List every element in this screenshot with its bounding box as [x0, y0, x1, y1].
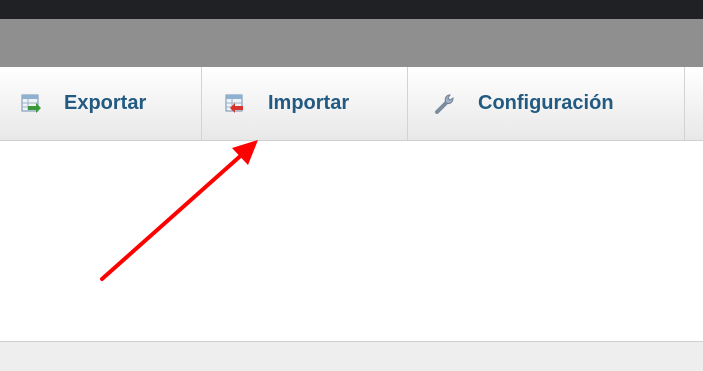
red-arrow-annotation	[100, 140, 258, 281]
